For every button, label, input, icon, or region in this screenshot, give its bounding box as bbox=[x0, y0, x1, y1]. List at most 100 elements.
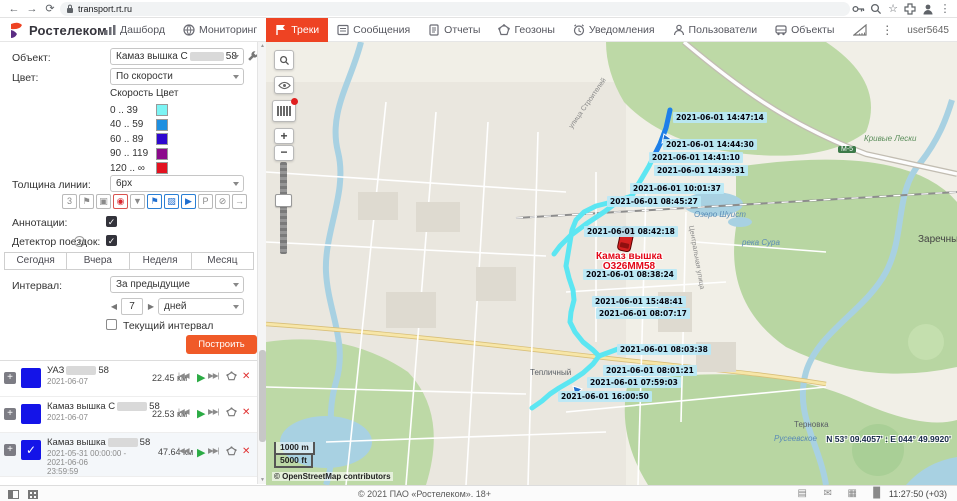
delete-icon[interactable]: ✕ bbox=[242, 407, 250, 418]
expand-plus-icon[interactable]: + bbox=[4, 372, 16, 384]
fuel-layer-icon[interactable]: ▼ bbox=[130, 194, 145, 209]
legend-row: 120 .. ∞ bbox=[110, 161, 178, 176]
period-button-1[interactable]: Вчера bbox=[67, 253, 129, 269]
sidebar-scrollbar[interactable]: ▲ ▼ bbox=[257, 42, 266, 484]
color-mode-select[interactable]: По скорости bbox=[110, 68, 244, 85]
clock-text: 11:27:50 (+03) bbox=[889, 489, 947, 499]
nav-item-globe[interactable]: Мониторинг bbox=[174, 18, 266, 42]
browser-menu-icon[interactable]: ⋮ bbox=[937, 1, 953, 17]
status-list-icon[interactable]: ▤ bbox=[798, 488, 807, 499]
trips-layer-icon[interactable]: ▣ bbox=[96, 194, 111, 209]
status-mail-icon[interactable]: ✉ bbox=[824, 488, 832, 499]
export-arrow-icon[interactable]: → bbox=[232, 194, 247, 209]
period-button-2[interactable]: Неделя bbox=[130, 253, 192, 269]
zoom-slider-thumb[interactable] bbox=[275, 194, 292, 207]
track-color-swatch[interactable] bbox=[21, 404, 41, 424]
skip-end-icon[interactable]: ▶▶| bbox=[208, 446, 218, 455]
scrollbar-thumb[interactable] bbox=[259, 350, 266, 442]
nav-item-users[interactable]: Пользователи bbox=[664, 18, 767, 42]
map-attribution[interactable]: © OpenStreetMap contributors bbox=[272, 472, 393, 481]
help-icon[interactable]: ? bbox=[74, 236, 85, 247]
route-polygon-icon[interactable] bbox=[226, 446, 237, 459]
nav-item-reports[interactable]: Отчеты bbox=[419, 18, 489, 42]
nav-item-geofence[interactable]: Геозоны bbox=[489, 18, 563, 42]
period-button-3[interactable]: Месяц bbox=[192, 253, 253, 269]
delete-icon[interactable]: ✕ bbox=[242, 446, 250, 457]
interval-count-increment[interactable]: ▶ bbox=[146, 298, 156, 315]
nav-item-vehicles[interactable]: Объекты bbox=[766, 18, 843, 42]
delete-icon[interactable]: ✕ bbox=[242, 371, 250, 382]
track-list-row[interactable]: +✓Камаз вышка582021-05-31 00:00:00 - 202… bbox=[0, 433, 257, 477]
legend-range: 120 .. ∞ bbox=[110, 163, 156, 174]
toggle-sidebar-icon[interactable] bbox=[8, 490, 19, 499]
skip-start-icon[interactable]: |◀◀ bbox=[178, 446, 188, 455]
measure-ruler-icon[interactable] bbox=[853, 24, 867, 36]
key-icon[interactable] bbox=[851, 2, 865, 16]
browser-back-button[interactable]: ← bbox=[6, 1, 22, 17]
status-book-icon[interactable]: ▉ bbox=[873, 488, 881, 499]
track-color-swatch[interactable]: ✓ bbox=[21, 440, 41, 460]
parking-layer-icon[interactable]: P bbox=[198, 194, 213, 209]
grid-view-icon[interactable] bbox=[28, 490, 38, 499]
expand-plus-icon[interactable]: + bbox=[4, 444, 16, 456]
profile-icon[interactable] bbox=[921, 2, 935, 16]
interval-count-input[interactable] bbox=[121, 298, 143, 315]
play-icon[interactable]: ▶ bbox=[197, 371, 205, 384]
map-search-button[interactable] bbox=[274, 50, 294, 70]
trip-detector-checkbox[interactable]: ✓ bbox=[106, 235, 117, 246]
nav-item-label: Пользователи bbox=[689, 24, 758, 36]
expand-plus-icon[interactable]: + bbox=[4, 408, 16, 420]
nav-item-notifications[interactable]: Уведомления bbox=[564, 18, 664, 42]
interval-mode-select[interactable]: За предыдущие bbox=[110, 276, 244, 293]
skip-end-icon[interactable]: ▶▶| bbox=[208, 371, 218, 380]
markers-layer-icon[interactable]: ⚑ bbox=[147, 194, 162, 209]
zoom-slider-track[interactable] bbox=[280, 162, 287, 254]
events-layer-icon[interactable]: ◉ bbox=[113, 194, 128, 209]
nav-item-bar-chart[interactable]: Дашборд bbox=[95, 18, 174, 42]
map-barcode-button[interactable] bbox=[272, 100, 296, 122]
skip-start-icon[interactable]: |◀◀ bbox=[178, 371, 188, 380]
zoom-out-button[interactable]: − bbox=[274, 145, 294, 161]
map-canvas[interactable]: Озеро Шуистрека СураЗаречныйКривые Лески… bbox=[266, 42, 957, 485]
map-visibility-button[interactable] bbox=[274, 76, 294, 94]
annotations-checkbox[interactable]: ✓ bbox=[106, 216, 117, 227]
route-polygon-icon[interactable] bbox=[226, 371, 237, 384]
bookmark-star-icon[interactable]: ☆ bbox=[885, 1, 901, 17]
nav-item-messages[interactable]: Сообщения bbox=[328, 18, 419, 42]
map-place-label: Тепличный bbox=[530, 368, 571, 377]
lock-icon bbox=[66, 4, 74, 14]
flags-layer-icon[interactable]: ⚑ bbox=[79, 194, 94, 209]
browser-reload-button[interactable]: ⟳ bbox=[42, 1, 58, 17]
reports-icon bbox=[428, 24, 440, 36]
build-track-button[interactable]: Построить трек bbox=[186, 335, 257, 354]
status-image-icon[interactable]: ▦ bbox=[848, 488, 857, 499]
route-polygon-icon[interactable] bbox=[226, 407, 237, 420]
interval-count-decrement[interactable]: ◀ bbox=[109, 298, 119, 315]
period-button-0[interactable]: Сегодня bbox=[5, 253, 67, 269]
zoom-icon[interactable] bbox=[869, 2, 883, 16]
track-color-swatch[interactable] bbox=[21, 368, 41, 388]
skip-end-icon[interactable]: ▶▶| bbox=[208, 407, 218, 416]
object-select[interactable]: Камаз вышка С58 bbox=[110, 48, 244, 65]
interval-unit-select[interactable]: дней bbox=[158, 298, 244, 315]
current-interval-checkbox[interactable] bbox=[106, 319, 117, 330]
video-layer-icon[interactable]: ▶ bbox=[181, 194, 196, 209]
restricted-layer-icon[interactable]: ⊘ bbox=[215, 194, 230, 209]
photos-layer-icon[interactable]: ▨ bbox=[164, 194, 179, 209]
line-thickness-select[interactable]: 6px bbox=[110, 175, 244, 192]
play-icon[interactable]: ▶ bbox=[197, 407, 205, 420]
track-list-row[interactable]: +Камаз вышка С582021-06-0722.53 км|◀◀▶▶▶… bbox=[0, 397, 257, 433]
username[interactable]: user5645 bbox=[907, 25, 949, 36]
extensions-icon[interactable] bbox=[903, 2, 917, 16]
play-icon[interactable]: ▶ bbox=[197, 446, 205, 459]
skip-start-icon[interactable]: |◀◀ bbox=[178, 407, 188, 416]
track-list-row[interactable]: +УАЗ582021-06-0722.45 км|◀◀▶▶▶|✕ bbox=[0, 361, 257, 397]
legend-row: 90 .. 119 bbox=[110, 147, 178, 162]
stops-layer-icon[interactable]: 3 bbox=[62, 194, 77, 209]
track-timestamp: 2021-06-01 14:41:10 bbox=[649, 152, 743, 163]
browser-forward-button[interactable]: → bbox=[24, 1, 40, 17]
nav-item-track-flag[interactable]: Треки bbox=[266, 18, 328, 42]
browser-address-bar[interactable]: transport.rt.ru bbox=[60, 2, 850, 16]
zoom-in-button[interactable]: + bbox=[274, 128, 294, 144]
nav-menu-icon[interactable]: ⋮ bbox=[881, 23, 893, 37]
